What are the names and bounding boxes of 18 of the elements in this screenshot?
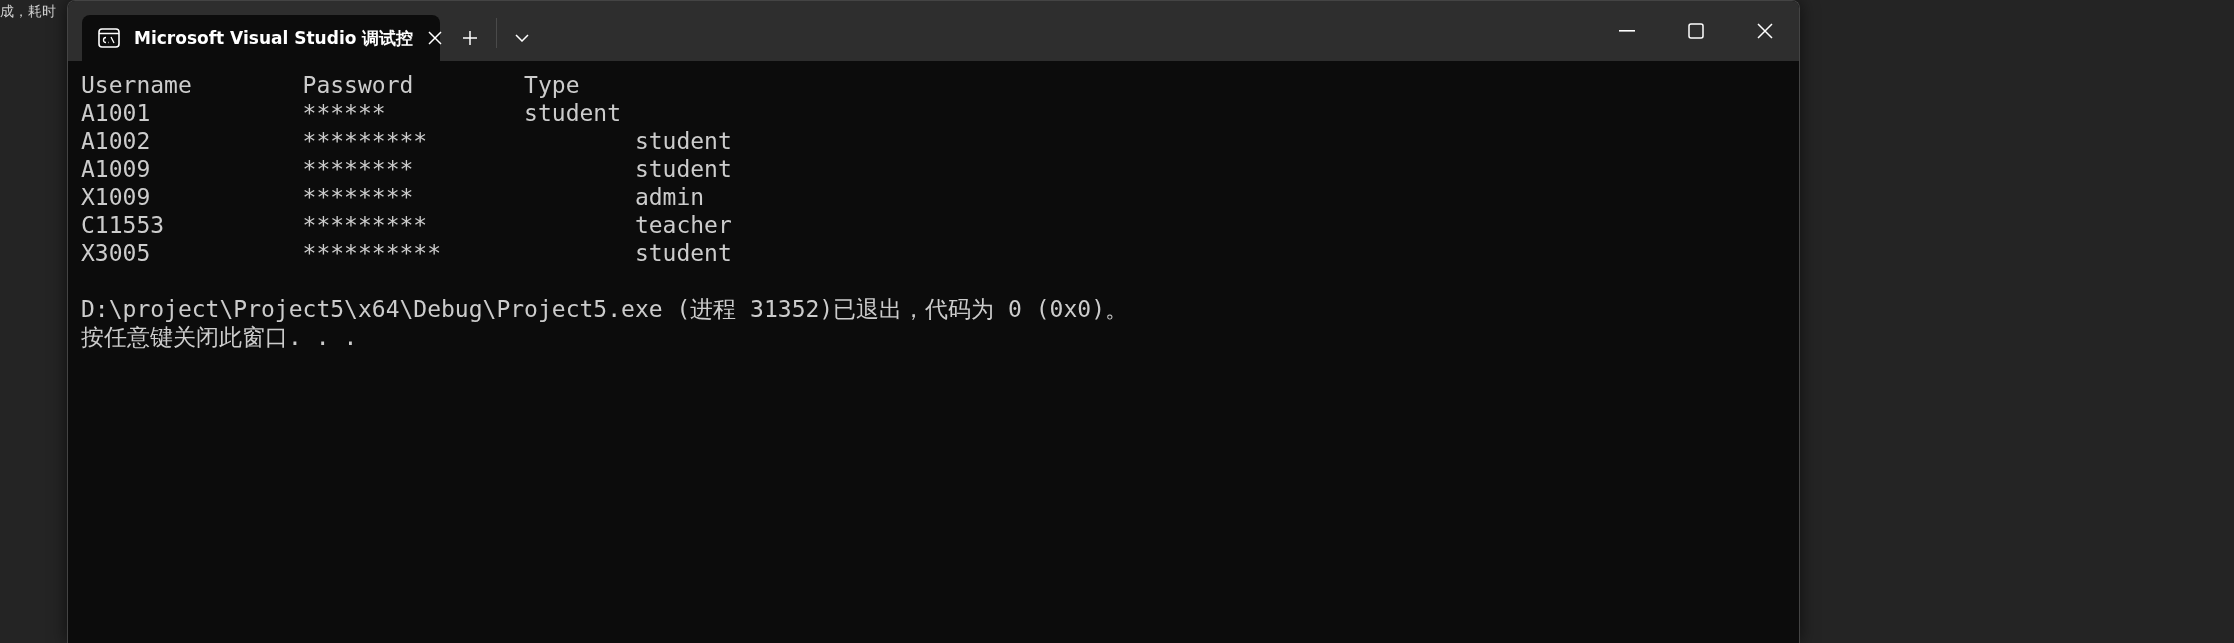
console-line: X3005 ********** student — [81, 239, 732, 267]
minimize-icon — [1618, 30, 1635, 32]
console-line: 按任意键关闭此窗口. . . — [81, 323, 358, 351]
close-tab-icon[interactable] — [427, 30, 444, 46]
maximize-icon — [1687, 23, 1704, 39]
console-line: Username Password Type — [81, 71, 580, 99]
terminal-tab[interactable]: Microsoft Visual Studio 调试控 — [82, 15, 440, 61]
console-icon — [98, 28, 120, 48]
console-line: A1009 ******** student — [81, 155, 732, 183]
background-text: 成，耗时 — [0, 3, 56, 21]
dropdown-icon[interactable] — [515, 34, 529, 42]
new-tab-icon[interactable] — [462, 30, 478, 46]
console-line: A1002 ********* student — [81, 127, 732, 155]
console-line: C11553 ********* teacher — [81, 211, 732, 239]
console-line: D:\project\Project5\x64\Debug\Project5.exe (进程 31352)已退出，代码为 0 (0x0)。 — [81, 295, 1128, 323]
console-line: X1009 ******** admin — [81, 183, 705, 211]
console-line: A1001 ****** student — [81, 99, 622, 127]
close-icon — [1756, 23, 1773, 39]
